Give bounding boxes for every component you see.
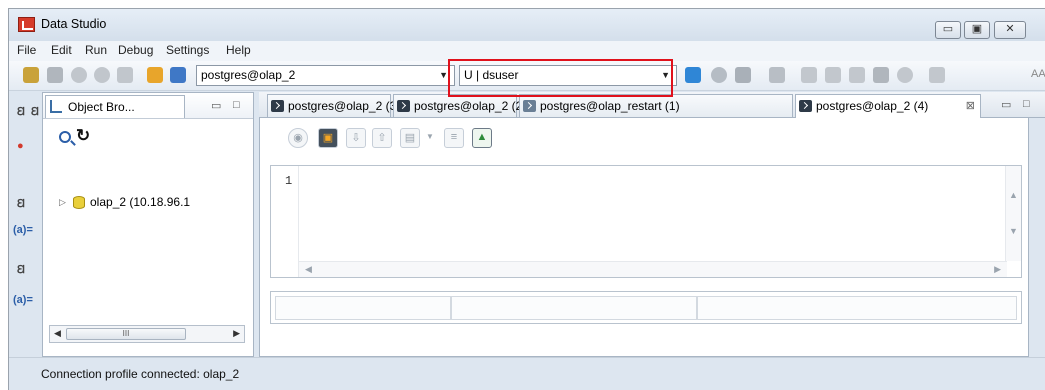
execute-query-button[interactable]: ◉ <box>288 128 308 148</box>
chevron-down-icon: ▼ <box>439 70 448 80</box>
menu-debug[interactable]: Debug <box>118 43 153 57</box>
line-number: 1 <box>285 174 293 188</box>
terminal-icon <box>799 100 812 112</box>
db-add-icon[interactable] <box>71 67 87 83</box>
result-table <box>270 291 1022 324</box>
minimize-button[interactable]: ▭ <box>935 21 961 39</box>
horizontal-scrollbar[interactable]: ◀ III ▶ <box>49 325 245 343</box>
auto-format-icon[interactable] <box>929 67 945 83</box>
panel-minimize-button[interactable]: ▭ <box>211 99 221 112</box>
scroll-left-icon[interactable]: ◀ <box>54 328 61 339</box>
scroll-thumb[interactable]: III <box>66 328 186 340</box>
search-icon[interactable] <box>59 131 71 143</box>
disconnect-icon[interactable] <box>47 67 63 83</box>
menu-bar: File Edit Run Debug Settings Help <box>9 41 1045 61</box>
variables-icon[interactable]: (a)= <box>13 224 37 238</box>
scroll-right-icon[interactable]: ▶ <box>994 264 1001 275</box>
vertical-scrollbar[interactable]: ▲ ▼ <box>1005 166 1021 261</box>
tab-editor-3[interactable]: postgres@olap_restart (1) <box>519 94 793 117</box>
new-query-icon[interactable] <box>685 67 701 83</box>
menu-edit[interactable]: Edit <box>51 43 72 57</box>
tree-icon <box>50 100 62 113</box>
import-button[interactable]: ⇩ <box>346 128 366 148</box>
object-browser-tab-label: Object Bro... <box>68 100 135 114</box>
chevron-down-icon[interactable]: ▼ <box>426 132 434 141</box>
close-button[interactable]: ✕ <box>994 21 1026 39</box>
terminate-button[interactable]: ▲ <box>472 128 492 148</box>
database-icon <box>73 196 85 209</box>
left-dock-strip: Ꞛ Ꞛ ● Ꞛ (a)= Ꞛ (a)= <box>9 92 41 357</box>
record-icon[interactable]: ● <box>17 140 31 154</box>
history-button[interactable]: ▤ <box>400 128 420 148</box>
explain-plan-button[interactable]: ▣ <box>318 128 338 148</box>
tab-editor-4[interactable]: postgres@olap_2 (4) ⊠ <box>795 94 981 118</box>
save-icon[interactable] <box>170 67 186 83</box>
refresh-icon[interactable] <box>897 67 913 83</box>
export-button[interactable]: ⇧ <box>372 128 392 148</box>
editor-area: postgres@olap_2 (3) postgres@olap_2 (2) … <box>259 92 1045 357</box>
app-logo-icon <box>18 17 35 32</box>
terminal-icon <box>271 100 284 112</box>
settings-gear-icon[interactable] <box>873 67 889 83</box>
scroll-down-icon[interactable]: ▼ <box>1009 226 1018 236</box>
tab-object-browser[interactable]: Object Bro... <box>45 95 185 118</box>
scroll-up-icon[interactable]: ▲ <box>1009 190 1018 200</box>
format-icon[interactable] <box>801 67 817 83</box>
explain-icon[interactable] <box>769 67 785 83</box>
highlight-annotation <box>448 59 673 97</box>
title-bar: Data Studio ▭ ▣ ✕ <box>9 9 1045 41</box>
db-remove-icon[interactable] <box>94 67 110 83</box>
tab-editor-2[interactable]: postgres@olap_2 (2) <box>393 94 526 117</box>
status-text: Connection profile connected: olap_2 <box>41 367 240 381</box>
editor-toolbar: ◉ ▣ ⇩ ⇧ ▤ ▼ ≡ ▲ <box>260 118 1028 156</box>
object-browser-tabbar: Object Bro... ▭ □ <box>43 93 253 119</box>
format-sql-button[interactable]: ≡ <box>444 128 464 148</box>
editor-minimize-button[interactable]: ▭ <box>1001 98 1011 111</box>
result-cell <box>451 296 697 320</box>
horizontal-scrollbar[interactable]: ◀ ▶ <box>299 261 1007 277</box>
window-title: Data Studio <box>41 17 107 31</box>
terminal-icon <box>397 100 410 112</box>
connect-icon[interactable] <box>23 67 39 83</box>
connection-select-value: postgres@olap_2 <box>201 68 296 82</box>
tab-editor-1[interactable]: postgres@olap_2 (3) <box>267 94 400 117</box>
tree-item-label: olap_2 (10.18.96.1 <box>90 195 191 209</box>
result-cell <box>275 296 451 320</box>
line-number-gutter: 1 <box>271 166 299 277</box>
menu-run[interactable]: Run <box>85 43 107 57</box>
menu-file[interactable]: File <box>17 43 36 57</box>
compare-icon[interactable] <box>825 67 841 83</box>
terminal-warning-icon <box>523 100 536 112</box>
db-copy-icon[interactable] <box>117 67 133 83</box>
export-icon[interactable] <box>849 67 865 83</box>
refresh-icon[interactable]: ↻ <box>76 126 90 146</box>
maximize-button[interactable]: ▣ <box>964 21 990 39</box>
tab-close-icon[interactable]: ⊠ <box>966 99 975 112</box>
editor-tab-label: postgres@olap_2 (4) <box>816 99 929 113</box>
result-cell <box>697 296 1017 320</box>
dock-restore-icon[interactable]: Ꞛ <box>17 262 31 276</box>
toolbar-overflow-text: AA <box>1031 68 1045 80</box>
sql-code-editor[interactable]: 1 ▲ ▼ ◀ ▶ <box>270 165 1022 278</box>
object-browser-panel: Object Bro... ▭ □ ↻ ▷ olap_2 (10.18.96.1… <box>42 92 254 357</box>
editor-tab-label: postgres@olap_2 (3) <box>288 99 401 113</box>
expand-icon[interactable]: ▷ <box>59 197 66 208</box>
editor-tab-label: postgres@olap_2 (2) <box>414 99 527 113</box>
editor-maximize-button[interactable]: □ <box>1023 98 1030 110</box>
scroll-left-icon[interactable]: ◀ <box>305 264 312 275</box>
panel-maximize-button[interactable]: □ <box>233 99 240 111</box>
sql-editor-panel: ◉ ▣ ⇩ ⇧ ▤ ▼ ≡ ▲ 1 ▲ ▼ ◀ ▶ <box>259 118 1029 357</box>
status-bar: Connection profile connected: olap_2 <box>9 357 1045 390</box>
menu-help[interactable]: Help <box>226 43 251 57</box>
editor-tab-label: postgres@olap_restart (1) <box>540 99 680 113</box>
variables-icon[interactable]: (a)= <box>13 294 37 308</box>
dock-restore-icon[interactable]: Ꞛ <box>17 104 31 118</box>
debug-icon[interactable] <box>735 67 751 83</box>
execute-icon[interactable] <box>711 67 727 83</box>
menu-settings[interactable]: Settings <box>166 43 209 57</box>
connection-select[interactable]: postgres@olap_2 ▼ <box>196 65 455 86</box>
open-folder-icon[interactable] <box>147 67 163 83</box>
dock-restore-icon[interactable]: Ꞛ <box>17 196 31 210</box>
scroll-right-icon[interactable]: ▶ <box>233 328 240 339</box>
